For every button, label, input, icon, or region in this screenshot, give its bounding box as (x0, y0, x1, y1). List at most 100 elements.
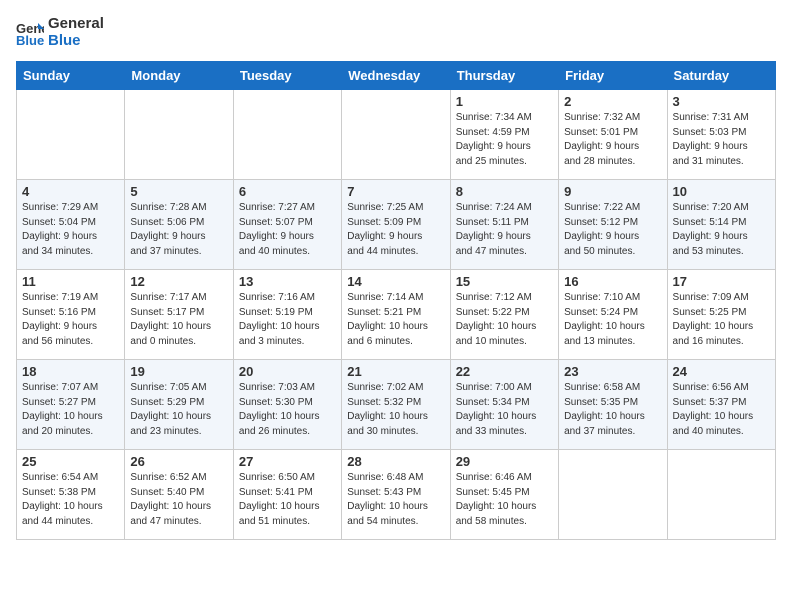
calendar-cell: 20 Sunrise: 7:03 AM Sunset: 5:30 PM Dayli… (233, 360, 341, 450)
day-number: 19 (130, 364, 227, 379)
day-info: Sunrise: 7:31 AM Sunset: 5:03 PM Dayligh… (673, 111, 770, 169)
day-number: 16 (564, 274, 661, 289)
calendar-cell: 29 Sunrise: 6:46 AM Sunset: 5:45 PM Dayli… (450, 450, 558, 540)
calendar-cell: 14 Sunrise: 7:14 AM Sunset: 5:21 PM Dayli… (342, 270, 450, 360)
calendar-cell (559, 450, 667, 540)
col-header-monday: Monday (125, 62, 233, 90)
day-number: 22 (456, 364, 553, 379)
calendar-cell: 21 Sunrise: 7:02 AM Sunset: 5:32 PM Dayli… (342, 360, 450, 450)
col-header-saturday: Saturday (667, 62, 775, 90)
calendar-cell: 4 Sunrise: 7:29 AM Sunset: 5:04 PM Daylig… (17, 180, 125, 270)
col-header-thursday: Thursday (450, 62, 558, 90)
day-number: 11 (22, 274, 119, 289)
day-number: 14 (347, 274, 444, 289)
col-header-friday: Friday (559, 62, 667, 90)
day-number: 18 (22, 364, 119, 379)
logo-icon: General Blue (16, 19, 44, 47)
day-number: 28 (347, 454, 444, 469)
day-number: 17 (673, 274, 770, 289)
day-info: Sunrise: 6:56 AM Sunset: 5:37 PM Dayligh… (673, 381, 770, 439)
day-number: 26 (130, 454, 227, 469)
calendar-cell (233, 90, 341, 180)
calendar-cell: 1 Sunrise: 7:34 AM Sunset: 4:59 PM Daylig… (450, 90, 558, 180)
day-info: Sunrise: 6:48 AM Sunset: 5:43 PM Dayligh… (347, 471, 444, 529)
col-header-sunday: Sunday (17, 62, 125, 90)
calendar-cell: 18 Sunrise: 7:07 AM Sunset: 5:27 PM Dayli… (17, 360, 125, 450)
day-number: 27 (239, 454, 336, 469)
day-number: 15 (456, 274, 553, 289)
calendar-cell (17, 90, 125, 180)
day-info: Sunrise: 6:50 AM Sunset: 5:41 PM Dayligh… (239, 471, 336, 529)
day-number: 25 (22, 454, 119, 469)
calendar-cell (667, 450, 775, 540)
day-info: Sunrise: 7:12 AM Sunset: 5:22 PM Dayligh… (456, 291, 553, 349)
logo-general: General (48, 16, 104, 33)
day-number: 29 (456, 454, 553, 469)
day-number: 7 (347, 184, 444, 199)
svg-text:Blue: Blue (16, 33, 44, 47)
calendar-cell: 26 Sunrise: 6:52 AM Sunset: 5:40 PM Dayli… (125, 450, 233, 540)
day-number: 24 (673, 364, 770, 379)
day-info: Sunrise: 7:14 AM Sunset: 5:21 PM Dayligh… (347, 291, 444, 349)
calendar-cell: 5Sunrise: 7:28 AM Sunset: 5:06 PM Daylig… (125, 180, 233, 270)
calendar-cell: 11 Sunrise: 7:19 AM Sunset: 5:16 PM Dayli… (17, 270, 125, 360)
day-number: 4 (22, 184, 119, 199)
day-number: 20 (239, 364, 336, 379)
day-info: Sunrise: 6:52 AM Sunset: 5:40 PM Dayligh… (130, 471, 227, 529)
day-number: 21 (347, 364, 444, 379)
calendar-cell: 9 Sunrise: 7:22 AM Sunset: 5:12 PM Daylig… (559, 180, 667, 270)
logo-blue: Blue (48, 33, 104, 50)
logo: General Blue General Blue (16, 16, 104, 49)
day-info: Sunrise: 7:32 AM Sunset: 5:01 PM Dayligh… (564, 111, 661, 169)
calendar-cell (342, 90, 450, 180)
day-number: 2 (564, 94, 661, 109)
header: General Blue General Blue (16, 16, 776, 49)
calendar-cell: 2 Sunrise: 7:32 AM Sunset: 5:01 PM Daylig… (559, 90, 667, 180)
calendar-table: SundayMondayTuesdayWednesdayThursdayFrid… (16, 61, 776, 540)
day-number: 12 (130, 274, 227, 289)
day-number: 5 (130, 184, 227, 199)
day-info: Sunrise: 7:25 AM Sunset: 5:09 PM Dayligh… (347, 201, 444, 259)
calendar-cell: 17Sunrise: 7:09 AM Sunset: 5:25 PM Dayli… (667, 270, 775, 360)
day-info: Sunrise: 7:02 AM Sunset: 5:32 PM Dayligh… (347, 381, 444, 439)
day-number: 9 (564, 184, 661, 199)
day-info: Sunrise: 7:03 AM Sunset: 5:30 PM Dayligh… (239, 381, 336, 439)
day-number: 13 (239, 274, 336, 289)
day-number: 10 (673, 184, 770, 199)
calendar-cell: 28 Sunrise: 6:48 AM Sunset: 5:43 PM Dayli… (342, 450, 450, 540)
calendar-cell: 6Sunrise: 7:27 AM Sunset: 5:07 PM Daylig… (233, 180, 341, 270)
calendar-cell: 22Sunrise: 7:00 AM Sunset: 5:34 PM Dayli… (450, 360, 558, 450)
calendar-cell: 25 Sunrise: 6:54 AM Sunset: 5:38 PM Dayli… (17, 450, 125, 540)
day-number: 8 (456, 184, 553, 199)
day-info: Sunrise: 7:16 AM Sunset: 5:19 PM Dayligh… (239, 291, 336, 349)
day-info: Sunrise: 7:07 AM Sunset: 5:27 PM Dayligh… (22, 381, 119, 439)
day-number: 3 (673, 94, 770, 109)
calendar-cell: 27 Sunrise: 6:50 AM Sunset: 5:41 PM Dayli… (233, 450, 341, 540)
day-info: Sunrise: 6:54 AM Sunset: 5:38 PM Dayligh… (22, 471, 119, 529)
calendar-cell: 24 Sunrise: 6:56 AM Sunset: 5:37 PM Dayli… (667, 360, 775, 450)
day-info: Sunrise: 7:05 AM Sunset: 5:29 PM Dayligh… (130, 381, 227, 439)
day-info: Sunrise: 7:24 AM Sunset: 5:11 PM Dayligh… (456, 201, 553, 259)
day-info: Sunrise: 7:27 AM Sunset: 5:07 PM Dayligh… (239, 201, 336, 259)
col-header-wednesday: Wednesday (342, 62, 450, 90)
calendar-cell: 23 Sunrise: 6:58 AM Sunset: 5:35 PM Dayli… (559, 360, 667, 450)
day-info: Sunrise: 6:58 AM Sunset: 5:35 PM Dayligh… (564, 381, 661, 439)
calendar-cell (125, 90, 233, 180)
day-info: Sunrise: 7:17 AM Sunset: 5:17 PM Dayligh… (130, 291, 227, 349)
day-info: Sunrise: 7:20 AM Sunset: 5:14 PM Dayligh… (673, 201, 770, 259)
day-info: Sunrise: 7:29 AM Sunset: 5:04 PM Dayligh… (22, 201, 119, 259)
day-info: Sunrise: 6:46 AM Sunset: 5:45 PM Dayligh… (456, 471, 553, 529)
calendar-cell: 8 Sunrise: 7:24 AM Sunset: 5:11 PM Daylig… (450, 180, 558, 270)
calendar-cell: 15 Sunrise: 7:12 AM Sunset: 5:22 PM Dayli… (450, 270, 558, 360)
calendar-cell: 3 Sunrise: 7:31 AM Sunset: 5:03 PM Daylig… (667, 90, 775, 180)
day-number: 1 (456, 94, 553, 109)
day-info: Sunrise: 7:10 AM Sunset: 5:24 PM Dayligh… (564, 291, 661, 349)
calendar-cell: 10 Sunrise: 7:20 AM Sunset: 5:14 PM Dayli… (667, 180, 775, 270)
day-info: Sunrise: 7:22 AM Sunset: 5:12 PM Dayligh… (564, 201, 661, 259)
day-info: Sunrise: 7:19 AM Sunset: 5:16 PM Dayligh… (22, 291, 119, 349)
calendar-cell: 16 Sunrise: 7:10 AM Sunset: 5:24 PM Dayli… (559, 270, 667, 360)
day-info: Sunrise: 7:34 AM Sunset: 4:59 PM Dayligh… (456, 111, 553, 169)
calendar-cell: 7 Sunrise: 7:25 AM Sunset: 5:09 PM Daylig… (342, 180, 450, 270)
day-number: 23 (564, 364, 661, 379)
calendar-cell: 13 Sunrise: 7:16 AM Sunset: 5:19 PM Dayli… (233, 270, 341, 360)
